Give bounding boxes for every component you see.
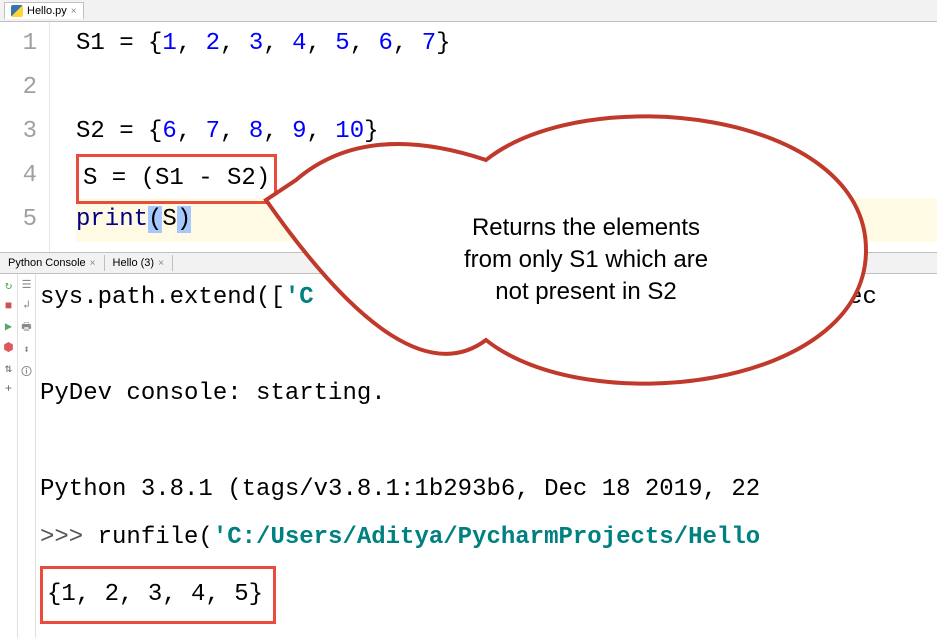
console-toolbar-2: ☰ ↲ 🖶 ⬍ 🛈 [18,274,36,638]
console-line: sys.path.extend(['Cjec [40,274,933,322]
tab-python-console[interactable]: Python Console× [0,255,105,271]
print-icon[interactable]: 🖶 [21,318,31,337]
highlight-box: S = (S1 - S2) [76,154,277,204]
close-icon[interactable]: × [158,258,164,269]
attach-icon[interactable]: ⇅ [5,361,12,376]
soft-wrap-icon[interactable]: ↲ [23,298,30,312]
file-tab[interactable]: Hello.py × [4,2,84,19]
run-icon[interactable]: ▶ [5,319,12,334]
python-file-icon [11,5,23,17]
debug-icon[interactable]: ⬢ [3,340,13,355]
code-line-5[interactable]: print(S) [76,198,937,242]
code-line-4[interactable]: S = (S1 - S2) [76,154,937,198]
console-line: >>> runfile('C:/Users/Aditya/PycharmProj… [40,514,933,562]
help-icon[interactable]: 🛈 [21,363,32,382]
console-tab-bar: Python Console× Hello (3)× [0,252,937,274]
console-line [40,322,933,370]
console-panel: ↻ ■ ▶ ⬢ ⇅ + ☰ ↲ 🖶 ⬍ 🛈 sys.path.extend(['… [0,274,937,638]
console-line-output: {1, 2, 3, 4, 5} [40,562,933,624]
scroll-icon[interactable]: ⬍ [23,343,30,357]
code-editor[interactable]: 1 2 3 4 5 S1 = {1, 2, 3, 4, 5, 6, 7} S2 … [0,22,937,252]
output-highlight-box: {1, 2, 3, 4, 5} [40,566,276,624]
close-icon[interactable]: × [90,258,96,269]
console-output[interactable]: sys.path.extend(['Cjec PyDev console: st… [36,274,937,638]
code-line-2[interactable] [76,66,937,110]
line-number: 4 [0,154,37,198]
stop-icon[interactable]: ■ [5,299,12,313]
code-area[interactable]: S1 = {1, 2, 3, 4, 5, 6, 7} S2 = {6, 7, 8… [50,22,937,252]
line-number: 2 [0,66,37,110]
line-number: 5 [0,198,37,242]
console-toolbar: ↻ ■ ▶ ⬢ ⇅ + [0,274,18,638]
line-number: 1 [0,22,37,66]
file-tab-label: Hello.py [27,5,67,17]
line-number: 3 [0,110,37,154]
console-line [40,418,933,466]
console-line: PyDev console: starting. [40,370,933,418]
rerun-icon[interactable]: ↻ [5,278,12,293]
code-line-1[interactable]: S1 = {1, 2, 3, 4, 5, 6, 7} [76,22,937,66]
console-line: Python 3.8.1 (tags/v3.8.1:1b293b6, Dec 1… [40,466,933,514]
file-tab-bar: Hello.py × [0,0,937,22]
code-line-3[interactable]: S2 = {6, 7, 8, 9, 10} [76,110,937,154]
close-icon[interactable]: × [71,6,77,17]
new-console-icon[interactable]: ☰ [22,278,32,292]
add-icon[interactable]: + [5,382,12,396]
editor-gutter: 1 2 3 4 5 [0,22,50,252]
tab-run-hello[interactable]: Hello (3)× [105,255,173,271]
